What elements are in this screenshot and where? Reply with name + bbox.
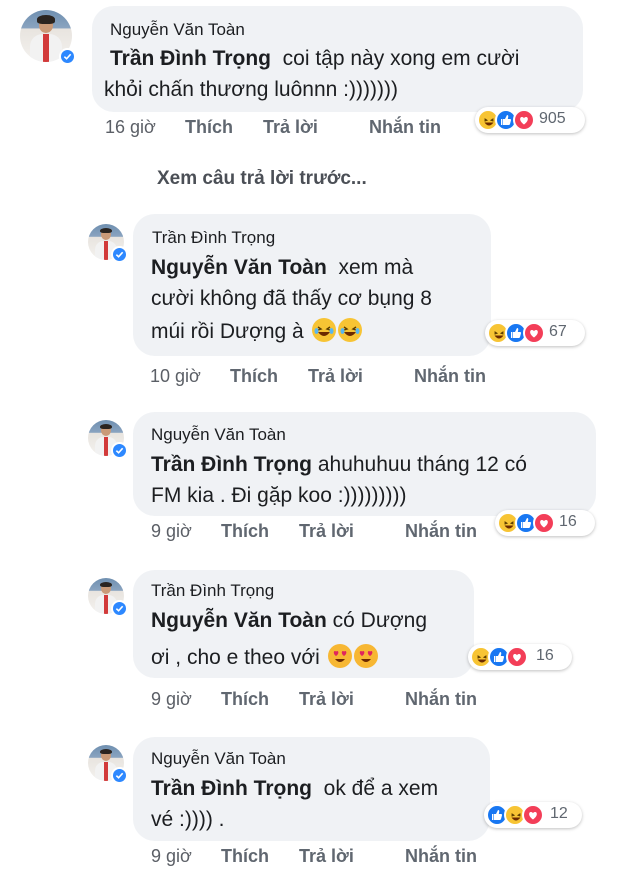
comment-actions: 9 giờ Thích Trả lời Nhắn tin xyxy=(151,846,511,868)
reaction-count: 12 xyxy=(550,805,568,822)
verified-badge-icon xyxy=(111,246,128,263)
comment-text-line: khỏi chấn thương luônnn :))))))) xyxy=(104,78,398,101)
reaction-count: 67 xyxy=(549,323,567,340)
reply-button[interactable]: Trả lời xyxy=(308,366,363,387)
love-reaction-icon xyxy=(523,322,545,344)
comment-time[interactable]: 10 giờ xyxy=(150,366,201,387)
message-button[interactable]: Nhắn tin xyxy=(369,117,441,138)
comment-text-line: Trần Đình Trọng ok để a xem xyxy=(151,777,438,801)
reaction-count: 16 xyxy=(536,647,554,664)
reaction-count: 16 xyxy=(559,513,577,530)
comment-text: ahuhuhuu tháng 12 có xyxy=(317,453,527,476)
heart-eyes-emoji-icon xyxy=(353,644,378,668)
mention-link[interactable]: Nguyễn Văn Toàn xyxy=(151,609,327,632)
like-button[interactable]: Thích xyxy=(221,846,269,867)
comment-time[interactable]: 9 giờ xyxy=(151,689,192,710)
comment-text: coi tập này xong em cười xyxy=(282,47,520,70)
comment-text: xem mà xyxy=(338,256,414,279)
verified-badge-icon xyxy=(59,48,76,65)
love-reaction-icon xyxy=(513,109,535,131)
love-reaction-icon xyxy=(533,512,555,534)
avatar[interactable] xyxy=(20,10,76,65)
comment-text-line: Trần Đình Trọng coi tập này xong em cười xyxy=(110,47,519,71)
comment-text-line: cười không đã thấy cơ bụng 8 xyxy=(151,287,432,310)
love-reaction-icon xyxy=(506,646,528,668)
heart-eyes-emoji-icon xyxy=(327,644,352,668)
comment-text-line: FM kia . Đi gặp koo :))))))))) xyxy=(151,484,407,507)
mention-link[interactable]: Nguyễn Văn Toàn xyxy=(151,256,327,279)
like-button[interactable]: Thích xyxy=(221,689,269,710)
comment-author[interactable]: Trần Đình Trọng xyxy=(152,228,275,248)
reaction-summary[interactable]: 16 xyxy=(468,644,572,670)
comment-text: ơi , cho e theo với xyxy=(151,646,320,669)
comment-text: múi rồi Dượng à xyxy=(151,320,304,343)
reply-button[interactable]: Trả lời xyxy=(263,117,318,138)
avatar[interactable] xyxy=(88,224,128,263)
reaction-count: 905 xyxy=(539,110,566,127)
comment-author[interactable]: Trần Đình Trọng xyxy=(151,581,274,601)
comment-text: có Dượng xyxy=(332,609,428,632)
laughing-emoji-icon xyxy=(311,318,336,342)
comment-author[interactable]: Nguyễn Văn Toàn xyxy=(151,425,286,445)
verified-badge-icon xyxy=(111,600,128,617)
comment-time[interactable]: 16 giờ xyxy=(105,117,156,138)
comment-text-line: ơi , cho e theo với xyxy=(151,644,378,670)
comment-author[interactable]: Nguyễn Văn Toàn xyxy=(151,749,286,769)
verified-badge-icon xyxy=(111,442,128,459)
comment-text-line: Trần Đình Trọng ahuhuhuu tháng 12 có xyxy=(151,453,527,477)
message-button[interactable]: Nhắn tin xyxy=(405,521,477,542)
avatar[interactable] xyxy=(88,745,128,784)
mention-link[interactable]: Trần Đình Trọng xyxy=(151,453,312,476)
comment-actions: 16 giờ Thích Trả lời Nhắn tin xyxy=(105,117,465,139)
laughing-emoji-icon xyxy=(337,318,362,342)
comment-actions: 10 giờ Thích Trả lời Nhắn tin xyxy=(150,366,510,388)
comment-text-line: Nguyễn Văn Toàn xem mà xyxy=(151,256,413,280)
reaction-summary[interactable]: 12 xyxy=(484,802,582,828)
message-button[interactable]: Nhắn tin xyxy=(414,366,486,387)
reply-button[interactable]: Trả lời xyxy=(299,846,354,867)
verified-badge-icon xyxy=(111,767,128,784)
comment-time[interactable]: 9 giờ xyxy=(151,521,192,542)
reaction-summary[interactable]: 16 xyxy=(495,510,595,536)
like-button[interactable]: Thích xyxy=(221,521,269,542)
comment-text-line: múi rồi Dượng à xyxy=(151,318,362,344)
comment-text: ok để a xem xyxy=(323,777,439,800)
reaction-summary[interactable]: 905 xyxy=(475,107,585,133)
like-button[interactable]: Thích xyxy=(230,366,278,387)
avatar[interactable] xyxy=(88,420,128,459)
comment-actions: 9 giờ Thích Trả lời Nhắn tin xyxy=(151,521,511,543)
love-reaction-icon xyxy=(522,804,544,826)
view-previous-replies-link[interactable]: Xem câu trả lời trước... xyxy=(157,168,367,190)
mention-link[interactable]: Trần Đình Trọng xyxy=(110,47,271,70)
reply-button[interactable]: Trả lời xyxy=(299,521,354,542)
mention-link[interactable]: Trần Đình Trọng xyxy=(151,777,312,800)
comment-time[interactable]: 9 giờ xyxy=(151,846,192,867)
reaction-summary[interactable]: 67 xyxy=(485,320,585,346)
message-button[interactable]: Nhắn tin xyxy=(405,689,477,710)
comment-text-line: vé :)))) . xyxy=(151,808,225,831)
comment-author[interactable]: Nguyễn Văn Toàn xyxy=(110,20,245,40)
comment-actions: 9 giờ Thích Trả lời Nhắn tin xyxy=(151,689,511,711)
message-button[interactable]: Nhắn tin xyxy=(405,846,477,867)
comment-text-line: Nguyễn Văn Toàn có Dượng xyxy=(151,609,427,633)
like-button[interactable]: Thích xyxy=(185,117,233,138)
avatar[interactable] xyxy=(88,578,128,617)
reply-button[interactable]: Trả lời xyxy=(299,689,354,710)
